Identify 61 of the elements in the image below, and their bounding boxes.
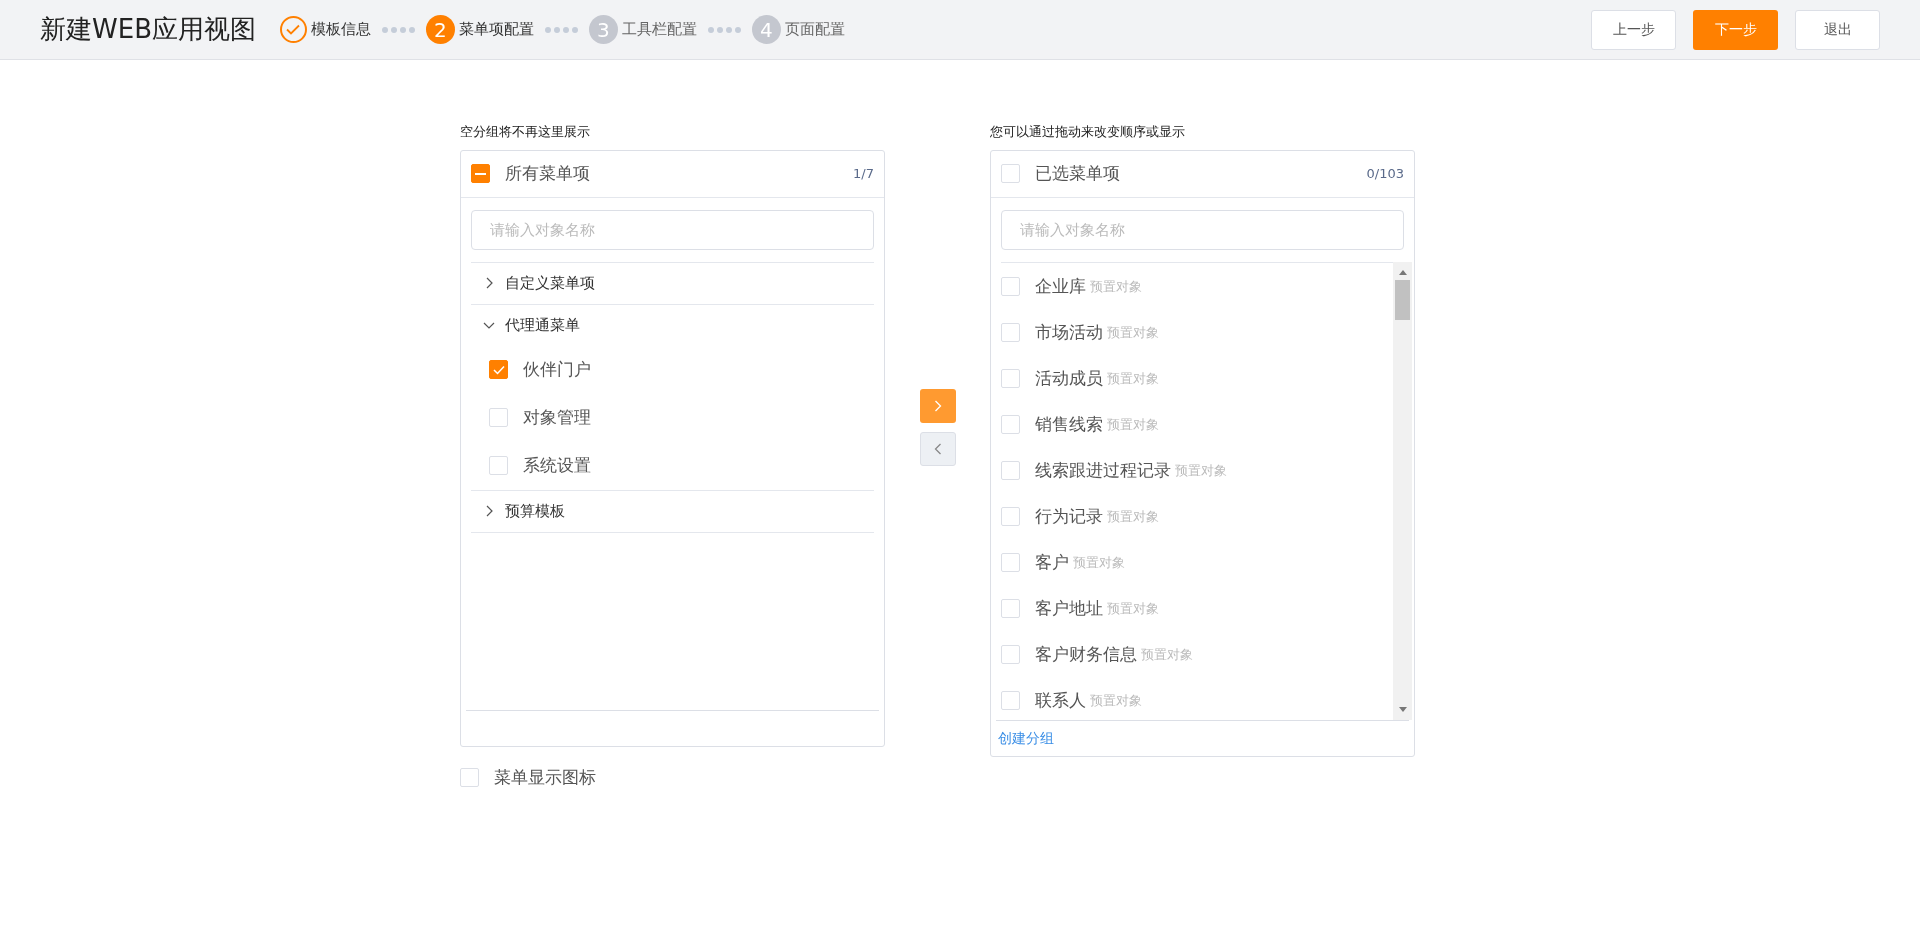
preset-tag: 预置对象 [1107, 506, 1159, 527]
preset-tag: 预置对象 [1175, 460, 1227, 481]
scroll-down-icon[interactable] [1398, 706, 1407, 712]
step-number: 3 [589, 15, 618, 44]
step-dots [708, 26, 741, 33]
page-title: 新建WEB应用视图 [40, 13, 256, 46]
menu-item-label: 系统设置 [523, 453, 591, 477]
preset-tag: 预置对象 [1107, 414, 1159, 435]
menu-item-label: 线索跟进过程记录 [1035, 458, 1171, 482]
step-dots [545, 26, 578, 33]
scrollbar-thumb[interactable] [1395, 279, 1410, 320]
checkmark-icon [492, 364, 505, 375]
checkbox[interactable] [489, 360, 508, 379]
scrollbar[interactable] [1393, 261, 1412, 720]
step-number: 2 [426, 15, 455, 44]
menu-item-label: 对象管理 [523, 405, 591, 429]
step-label: 菜单项配置 [459, 19, 534, 41]
menu-item-label: 活动成员 [1035, 366, 1103, 390]
preset-tag: 预置对象 [1090, 276, 1142, 297]
menu-item-label: 联系人 [1035, 688, 1086, 712]
menu-item-label: 客户地址 [1035, 596, 1103, 620]
menu-item-label: 销售线索 [1035, 412, 1103, 436]
panel-hint: 您可以通过拖动来改变顺序或显示 [990, 123, 1186, 141]
menu-item-label: 客户财务信息 [1035, 642, 1137, 666]
menu-item-label: 市场活动 [1035, 320, 1103, 344]
tree-group[interactable]: 预算模板 [471, 490, 874, 532]
step-button[interactable]: 退出 [1795, 9, 1880, 50]
panel-title: 已选菜单项 [1035, 161, 1120, 185]
menu-item-label: 行为记录 [1035, 504, 1103, 528]
preset-tag: 预置对象 [1107, 368, 1159, 389]
transfer-button[interactable] [919, 432, 956, 466]
step-done-icon [280, 16, 307, 43]
create-group-link[interactable]: 创建分组 [998, 727, 1054, 749]
item-count: 1/7 [853, 164, 874, 183]
scroll-up-icon[interactable] [1398, 269, 1407, 275]
step-label: 模板信息 [311, 19, 371, 41]
menu-item-label: 伙伴门户 [523, 357, 591, 381]
preset-tag: 预置对象 [1090, 690, 1142, 711]
transfer-button[interactable] [919, 389, 956, 423]
step-button[interactable]: 上一步 [1591, 9, 1676, 50]
step-number: 4 [752, 15, 781, 44]
search-field[interactable]: 请输入对象名称 [1001, 209, 1404, 250]
tree-group[interactable]: 自定义菜单项 [471, 262, 874, 304]
preset-tag: 预置对象 [1073, 552, 1125, 573]
preset-tag: 预置对象 [1141, 644, 1193, 665]
preset-tag: 预置对象 [1107, 322, 1159, 343]
step-dots [382, 26, 415, 33]
checkbox[interactable] [471, 164, 490, 183]
chevron-right-icon [933, 400, 942, 412]
step-label: 工具栏配置 [622, 19, 697, 41]
tree-group[interactable]: 代理通菜单 [471, 304, 874, 346]
search-field[interactable]: 请输入对象名称 [471, 209, 874, 250]
panel-title: 所有菜单项 [505, 161, 590, 185]
preset-tag: 预置对象 [1107, 598, 1159, 619]
menu-item-label: 客户 [1035, 550, 1069, 574]
step-label: 页面配置 [785, 19, 845, 41]
menu-item-label: 企业库 [1035, 274, 1086, 298]
panel-hint: 空分组将不再这里展示 [460, 123, 591, 141]
checkbox-label: 菜单显示图标 [494, 765, 596, 789]
item-count: 0/103 [1366, 164, 1404, 183]
chevron-left-icon [933, 443, 942, 455]
